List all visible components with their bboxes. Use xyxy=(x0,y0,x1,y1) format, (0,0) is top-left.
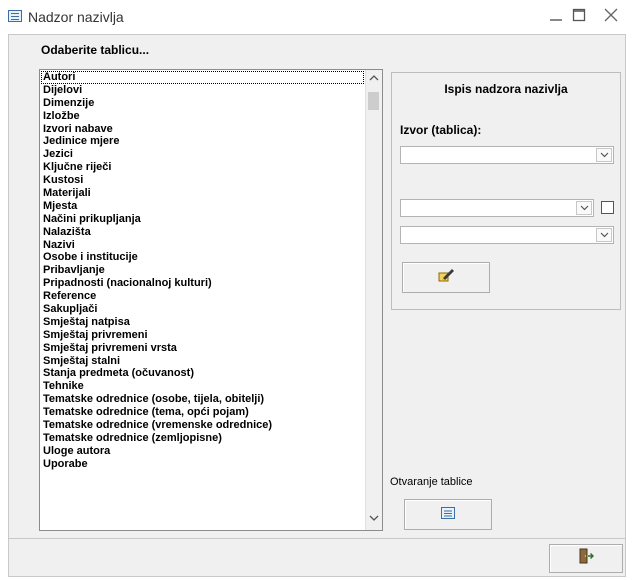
scroll-up-icon[interactable] xyxy=(366,72,382,88)
print-report-button[interactable] xyxy=(402,262,490,293)
list-item[interactable]: Uporabe xyxy=(41,458,364,471)
list-item[interactable]: Smještaj natpisa xyxy=(41,316,364,329)
list-scrollbar[interactable] xyxy=(365,70,382,530)
open-table-label: Otvaranje tablice xyxy=(390,476,473,488)
open-table-button[interactable] xyxy=(404,499,492,530)
list-item[interactable]: Dijelovi xyxy=(41,84,364,97)
list-item[interactable]: Smještaj privremeni vrsta xyxy=(41,342,364,355)
list-item[interactable]: Uloge autora xyxy=(41,445,364,458)
window-title: Nadzor nazivlja xyxy=(28,9,124,25)
exit-door-icon xyxy=(578,548,594,569)
value-combo[interactable] xyxy=(400,226,614,244)
chevron-down-icon[interactable] xyxy=(576,201,592,215)
panel-title: Ispis nadzora nazivlja xyxy=(444,82,568,96)
footer-bar xyxy=(8,539,626,577)
list-item[interactable]: Izvori nabave xyxy=(41,123,364,136)
filter-combo[interactable] xyxy=(400,199,594,217)
list-item[interactable]: Smještaj stalni xyxy=(41,355,364,368)
list-item[interactable]: Smještaj privremeni xyxy=(41,329,364,342)
maximize-icon xyxy=(572,8,586,27)
maximize-button[interactable] xyxy=(565,4,593,30)
form-body: Odaberite tablicu... Autori Dijelovi Dimen… xyxy=(8,34,626,539)
list-item[interactable]: Ključne riječi xyxy=(41,161,364,174)
list-item[interactable]: Reference xyxy=(41,290,364,303)
exit-button[interactable] xyxy=(549,544,623,573)
list-item[interactable]: Tematske odrednice (osobe, tijela, obite… xyxy=(41,393,364,406)
form-icon xyxy=(441,506,455,524)
list-item[interactable]: Materijali xyxy=(41,187,364,200)
list-item[interactable]: Tematske odrednice (vremenske odrednice) xyxy=(41,419,364,432)
pencil-edit-icon xyxy=(437,267,455,288)
list-item[interactable]: Dimenzije xyxy=(41,97,364,110)
scroll-down-icon[interactable] xyxy=(366,512,382,528)
list-item[interactable]: Mjesta xyxy=(41,200,364,213)
table-list-items: Autori Dijelovi Dimenzije Izložbe Izvori nab… xyxy=(41,71,364,471)
list-item[interactable]: Sakupljači xyxy=(41,303,364,316)
scroll-thumb[interactable] xyxy=(368,92,379,110)
list-item[interactable]: Načini prikupljanja xyxy=(41,213,364,226)
list-item[interactable]: Nazivi xyxy=(41,239,364,252)
list-item[interactable]: Pribavljanje xyxy=(41,264,364,277)
table-listbox[interactable]: Autori Dijelovi Dimenzije Izložbe Izvori nab… xyxy=(39,69,383,531)
list-item[interactable]: Tematske odrednice (tema, opći pojam) xyxy=(41,406,364,419)
form-icon xyxy=(8,10,22,22)
list-item[interactable]: Pripadnosti (nacionalnoj kulturi) xyxy=(41,277,364,290)
title-bar: Nadzor nazivlja xyxy=(0,0,634,34)
source-label: Izvor (tablica): xyxy=(400,123,482,137)
filter-checkbox[interactable] xyxy=(601,201,614,214)
list-item[interactable]: Tematske odrednice (zemljopisne) xyxy=(41,432,364,445)
report-panel: Ispis nadzora nazivlja Izvor (tablica): xyxy=(391,72,621,310)
list-item[interactable]: Nalazišta xyxy=(41,226,364,239)
close-button[interactable] xyxy=(597,4,625,30)
list-item[interactable]: Osobe i institucije xyxy=(41,251,364,264)
table-select-label: Odaberite tablicu... xyxy=(41,43,150,57)
close-icon xyxy=(603,7,619,28)
list-item[interactable]: Autori xyxy=(41,71,364,84)
list-item[interactable]: Jedinice mjere xyxy=(41,135,364,148)
chevron-down-icon[interactable] xyxy=(596,148,612,162)
list-item[interactable]: Jezici xyxy=(41,148,364,161)
list-item[interactable]: Tehnike xyxy=(41,380,364,393)
chevron-down-icon[interactable] xyxy=(596,228,612,242)
list-item[interactable]: Izložbe xyxy=(41,110,364,123)
minimize-icon xyxy=(549,8,563,27)
list-item[interactable]: Kustosi xyxy=(41,174,364,187)
list-item[interactable]: Stanja predmeta (očuvanost) xyxy=(41,367,364,380)
source-table-combo[interactable] xyxy=(400,146,614,164)
